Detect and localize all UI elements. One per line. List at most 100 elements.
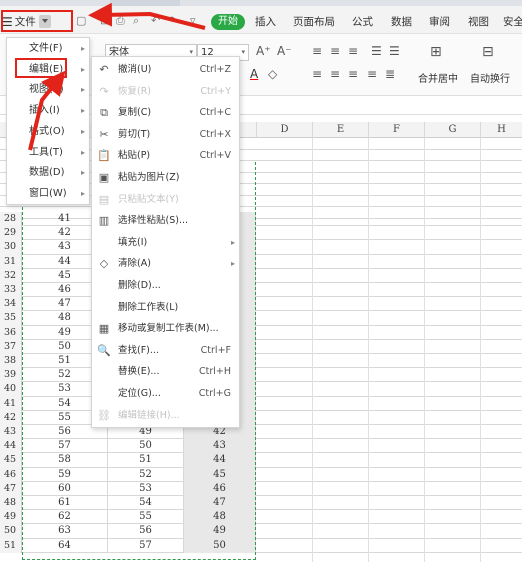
tab-start[interactable]: 开始 (211, 14, 245, 30)
edit-menu-item[interactable]: 填充(I) ▸ (92, 232, 241, 253)
edit-menu-item[interactable]: ▥ 选择性粘贴(S)... (92, 210, 241, 231)
column-header-d[interactable]: D (256, 122, 312, 138)
quick-access-dropdown-icon[interactable]: ▿ (190, 15, 200, 26)
cell-c[interactable]: 48 (184, 510, 256, 525)
preview-icon[interactable]: ⌕ (133, 15, 143, 26)
edit-menu-item[interactable]: ▦ 移动或复制工作表(M)... (92, 318, 241, 339)
cell-a[interactable]: 62 (22, 510, 108, 525)
edit-menu-item[interactable]: ◇ 清除(A) ▸ (92, 253, 241, 274)
cell-empty[interactable] (256, 482, 522, 496)
table-row[interactable]: 41 54 (0, 396, 522, 411)
align-top-icon[interactable]: ≡ (312, 44, 322, 58)
cell-b[interactable]: 57 (108, 538, 184, 553)
table-row[interactable]: 47 60 53 46 (0, 481, 522, 496)
column-header-h[interactable]: H (480, 122, 522, 138)
file-menu-item[interactable]: 文件(F) ▸ (7, 39, 91, 59)
row-number[interactable]: 37 (0, 339, 22, 354)
table-row[interactable]: 37 50 (0, 339, 522, 354)
merge-center-label[interactable]: 合并居中 (418, 70, 458, 85)
cell-b[interactable]: 51 (108, 453, 184, 468)
table-row[interactable]: 28 41 (0, 212, 522, 227)
tab-formulas[interactable]: 公式 (352, 14, 373, 29)
wrap-text-icon[interactable]: ⊟ (482, 44, 494, 60)
align-left-icon[interactable]: ≡ (312, 67, 322, 81)
cell-empty[interactable] (256, 340, 522, 354)
table-row[interactable]: 29 42 (0, 226, 522, 241)
save-icon[interactable]: ⊟ (100, 15, 110, 26)
align-bottom-icon[interactable]: ≡ (348, 44, 358, 58)
file-menu-item[interactable]: 工具(T) ▸ (7, 143, 91, 163)
table-row[interactable]: 39 52 (0, 368, 522, 383)
edit-menu-item[interactable]: ⧉ 复制(C) Ctrl+C (92, 102, 241, 123)
table-row[interactable]: 34 47 (0, 297, 522, 312)
table-row[interactable]: 43 56 49 42 (0, 425, 522, 440)
cell-empty[interactable] (256, 453, 522, 467)
tab-review[interactable]: 审阅 (429, 14, 450, 29)
cell-empty[interactable] (256, 468, 522, 482)
tab-page-layout[interactable]: 页面布局 (293, 14, 335, 29)
edit-menu-item[interactable]: 删除工作表(L) (92, 297, 241, 318)
cell-empty[interactable] (256, 496, 522, 510)
edit-menu-item[interactable]: 定位(G)... Ctrl+G (92, 383, 241, 404)
cell-b[interactable]: 50 (108, 439, 184, 454)
table-row[interactable]: 48 61 54 47 (0, 496, 522, 511)
cell-empty[interactable] (256, 382, 522, 396)
edit-menu-item[interactable]: ↶ 撤消(U) Ctrl+Z (92, 59, 241, 80)
print-icon[interactable]: ⎙ (116, 15, 126, 26)
table-row[interactable]: 49 62 55 48 (0, 510, 522, 525)
cell-c[interactable]: 46 (184, 481, 256, 496)
file-menu-item[interactable]: 视图(V) ▸ (7, 80, 91, 100)
merge-center-icon[interactable]: ⊞ (430, 44, 442, 60)
tab-insert[interactable]: 插入 (255, 14, 276, 29)
cell-c[interactable]: 50 (184, 538, 256, 553)
cell-a[interactable]: 63 (22, 524, 108, 539)
cell-empty[interactable] (256, 326, 522, 340)
align-right-icon[interactable]: ≡ (348, 67, 358, 81)
cell-empty[interactable] (256, 425, 522, 439)
cell-empty[interactable] (256, 226, 522, 240)
grow-font-icon[interactable]: A⁺ (256, 44, 271, 58)
tab-data[interactable]: 数据 (391, 14, 412, 29)
cell-c[interactable]: 43 (184, 439, 256, 454)
row-number[interactable]: 34 (0, 297, 22, 312)
edit-menu-item[interactable]: ✂ 剪切(T) Ctrl+X (92, 124, 241, 145)
row-number[interactable]: 45 (0, 453, 22, 468)
shrink-font-icon[interactable]: A⁻ (277, 44, 292, 58)
cell-empty[interactable] (256, 283, 522, 297)
column-header-e[interactable]: E (312, 122, 368, 138)
row-number[interactable]: 36 (0, 325, 22, 340)
row-number[interactable]: 29 (0, 226, 22, 241)
edit-menu-item[interactable]: ▣ 粘贴为图片(Z) (92, 167, 241, 188)
cell-empty[interactable] (256, 539, 522, 553)
row-number[interactable]: 41 (0, 396, 22, 411)
cell-c[interactable]: 47 (184, 496, 256, 511)
table-row[interactable]: 36 49 (0, 325, 522, 340)
table-row[interactable]: 50 63 56 49 (0, 524, 522, 539)
row-number[interactable]: 50 (0, 524, 22, 539)
cell-empty[interactable] (256, 311, 522, 325)
cell-empty[interactable] (256, 411, 522, 425)
row-number[interactable]: 35 (0, 311, 22, 326)
cell-empty[interactable] (256, 240, 522, 254)
row-number[interactable]: 47 (0, 481, 22, 496)
cell-a[interactable]: 60 (22, 481, 108, 496)
cell-b[interactable]: 56 (108, 524, 184, 539)
edit-menu-item[interactable]: 📋 粘贴(P) Ctrl+V (92, 145, 241, 166)
table-row[interactable]: 38 51 (0, 354, 522, 369)
table-row[interactable]: 51 64 57 50 (0, 538, 522, 553)
table-row[interactable]: 31 44 (0, 254, 522, 269)
file-menu-item[interactable]: 窗口(W) ▸ (7, 184, 91, 204)
row-number[interactable]: 38 (0, 354, 22, 369)
cell-empty[interactable] (256, 368, 522, 382)
align-middle-icon[interactable]: ≡ (330, 44, 340, 58)
row-number[interactable]: 46 (0, 467, 22, 482)
cell-a[interactable]: 59 (22, 467, 108, 482)
cell-b[interactable]: 55 (108, 510, 184, 525)
tab-security[interactable]: 安全 (503, 14, 522, 29)
table-row[interactable]: 30 43 (0, 240, 522, 255)
cell-empty[interactable] (256, 269, 522, 283)
table-row[interactable]: 45 58 51 44 (0, 453, 522, 468)
distributed-icon[interactable]: ≣ (385, 67, 395, 81)
cell-a[interactable]: 57 (22, 439, 108, 454)
cell-c[interactable]: 44 (184, 453, 256, 468)
